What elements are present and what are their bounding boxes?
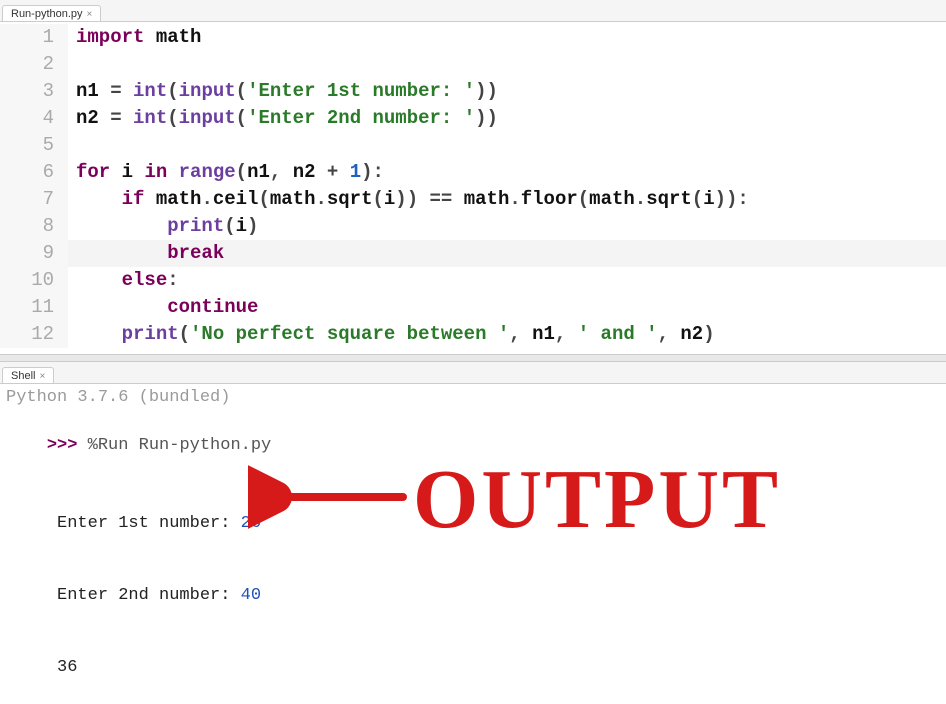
line-number: 9: [0, 240, 68, 267]
code-line: 12 print('No perfect square between ', n…: [0, 321, 946, 348]
code-content: print('No perfect square between ', n1, …: [68, 321, 715, 348]
code-content: [68, 132, 76, 159]
code-line: 11 continue: [0, 294, 946, 321]
shell-input-value: 26: [241, 514, 261, 533]
pane-divider[interactable]: [0, 354, 946, 362]
line-number: 4: [0, 105, 68, 132]
code-content: n2 = int(input('Enter 2nd number: ')): [68, 105, 498, 132]
code-content: else:: [68, 267, 179, 294]
code-content: break: [68, 240, 224, 267]
shell-pane[interactable]: Python 3.7.6 (bundled) >>> %Run Run-pyth…: [0, 384, 946, 704]
shell-tab-bar: Shell ×: [0, 362, 946, 384]
shell-input-prompt: Enter 2nd number:: [47, 586, 241, 605]
code-line: 4n2 = int(input('Enter 2nd number: ')): [0, 105, 946, 132]
line-number: 1: [0, 24, 68, 51]
close-icon[interactable]: ×: [39, 371, 45, 382]
line-number: 12: [0, 321, 68, 348]
line-number: 3: [0, 78, 68, 105]
code-line: 5: [0, 132, 946, 159]
code-editor[interactable]: 1import math23n1 = int(input('Enter 1st …: [0, 22, 946, 348]
code-line: 9 break: [0, 240, 946, 267]
code-content: for i in range(n1, n2 + 1):: [68, 159, 384, 186]
code-line: 1import math: [0, 24, 946, 51]
line-number: 6: [0, 159, 68, 186]
close-icon[interactable]: ×: [87, 9, 93, 20]
code-line: 3n1 = int(input('Enter 1st number: ')): [0, 78, 946, 105]
line-number: 7: [0, 186, 68, 213]
code-content: continue: [68, 294, 258, 321]
code-line: 2: [0, 51, 946, 78]
shell-input-value: 40: [241, 586, 261, 605]
shell-run-cmd: %Run Run-python.py: [88, 436, 272, 455]
shell-tab-label: Shell: [11, 370, 35, 382]
editor-tab-bar: Run-python.py ×: [0, 0, 946, 22]
editor-tab[interactable]: Run-python.py ×: [2, 5, 101, 21]
shell-tab[interactable]: Shell ×: [2, 367, 54, 383]
line-number: 11: [0, 294, 68, 321]
shell-banner: Python 3.7.6 (bundled): [6, 388, 230, 407]
code-content: print(i): [68, 213, 258, 240]
code-line: 7 if math.ceil(math.sqrt(i)) == math.flo…: [0, 186, 946, 213]
code-content: n1 = int(input('Enter 1st number: ')): [68, 78, 498, 105]
code-content: [68, 51, 76, 78]
line-number: 8: [0, 213, 68, 240]
code-line: 10 else:: [0, 267, 946, 294]
editor-tab-label: Run-python.py: [11, 8, 83, 20]
line-number: 10: [0, 267, 68, 294]
shell-output-value: 36: [47, 658, 78, 677]
shell-input-prompt: Enter 1st number:: [47, 514, 241, 533]
shell-prompt: >>>: [47, 436, 88, 455]
code-line: 6for i in range(n1, n2 + 1):: [0, 159, 946, 186]
code-content: import math: [68, 24, 201, 51]
line-number: 5: [0, 132, 68, 159]
code-line: 8 print(i): [0, 213, 946, 240]
line-number: 2: [0, 51, 68, 78]
code-content: if math.ceil(math.sqrt(i)) == math.floor…: [68, 186, 749, 213]
